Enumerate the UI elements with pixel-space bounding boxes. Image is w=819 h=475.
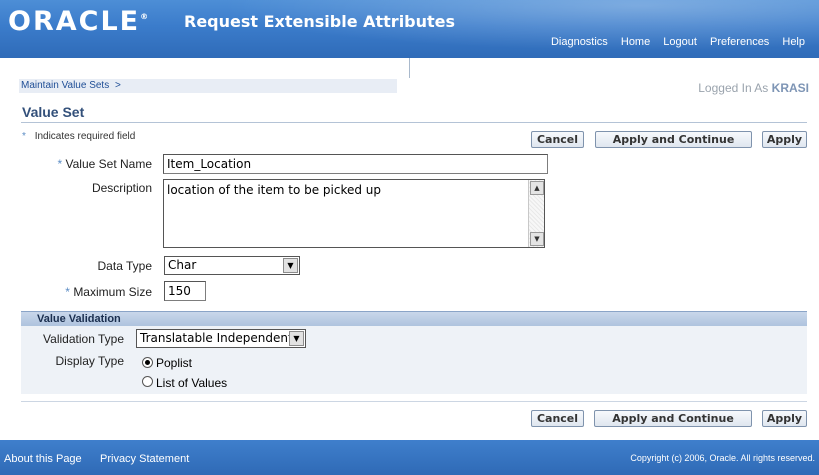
title-divider <box>21 122 807 123</box>
cancel-button-bottom[interactable]: Cancel <box>531 410 584 427</box>
footer-copyright: Copyright (c) 2006, Oracle. All rights r… <box>630 453 815 463</box>
global-links: Diagnostics Home Logout Preferences Help <box>541 36 805 48</box>
breadcrumb-maintain-value-sets[interactable]: Maintain Value Sets <box>21 80 109 91</box>
footer-link-about[interactable]: About this Page <box>4 453 82 465</box>
description-textarea[interactable]: location of the item to be picked up ▲ ▼ <box>163 179 545 248</box>
breadcrumb: Maintain Value Sets > <box>19 79 397 93</box>
branding-header: ORACLE® Request Extensible Attributes Di… <box>0 0 819 58</box>
link-diagnostics[interactable]: Diagnostics <box>551 36 608 48</box>
oracle-logo: ORACLE® <box>8 6 149 37</box>
required-star-icon: * <box>57 157 63 171</box>
scroll-down-icon[interactable]: ▼ <box>530 232 544 246</box>
scroll-up-icon[interactable]: ▲ <box>530 181 544 195</box>
breadcrumb-separator: > <box>114 80 121 91</box>
link-preferences[interactable]: Preferences <box>710 36 769 48</box>
value-set-name-label: * Value Set Name <box>57 157 152 171</box>
logged-in-status: Logged In As KRASI <box>698 81 809 95</box>
maximum-size-label: * Maximum Size <box>65 285 152 299</box>
apply-and-continue-button-bottom[interactable]: Apply and Continue <box>594 410 752 427</box>
data-type-select[interactable]: Char ▼ <box>164 256 300 275</box>
apply-and-continue-button-top[interactable]: Apply and Continue <box>595 131 752 148</box>
required-star-icon: * <box>22 131 26 142</box>
required-note: * Indicates required field <box>22 131 136 142</box>
link-home[interactable]: Home <box>621 36 650 48</box>
radio-poplist[interactable] <box>142 357 153 368</box>
validation-type-select[interactable]: Translatable Independent ▼ <box>136 329 306 348</box>
display-type-label: Display Type <box>55 354 124 368</box>
maximum-size-input[interactable]: 150 <box>164 281 206 301</box>
link-logout[interactable]: Logout <box>663 36 697 48</box>
data-type-label: Data Type <box>97 259 152 273</box>
radio-list-of-values[interactable] <box>142 376 153 387</box>
bottom-divider <box>21 401 807 402</box>
apply-button-top[interactable]: Apply <box>762 131 807 148</box>
dropdown-arrow-icon[interactable]: ▼ <box>289 331 304 346</box>
dropdown-arrow-icon[interactable]: ▼ <box>283 258 298 273</box>
radio-poplist-label: Poplist <box>156 356 193 370</box>
footer: About this Page Privacy Statement Copyri… <box>0 440 819 475</box>
description-label: Description <box>91 181 152 195</box>
radio-list-of-values-label: List of Values <box>156 376 228 390</box>
value-set-name-input[interactable]: Item_Location <box>163 154 548 174</box>
required-star-icon: * <box>65 285 70 299</box>
description-scrollbar[interactable]: ▲ ▼ <box>528 180 544 247</box>
page-title: Value Set <box>22 104 85 120</box>
link-help[interactable]: Help <box>782 36 805 48</box>
value-validation-header: Value Validation <box>21 311 807 326</box>
footer-link-privacy[interactable]: Privacy Statement <box>100 453 189 465</box>
cancel-button-top[interactable]: Cancel <box>531 131 584 148</box>
header-divider <box>409 58 410 78</box>
app-title: Request Extensible Attributes <box>184 12 456 31</box>
apply-button-bottom[interactable]: Apply <box>762 410 807 427</box>
validation-type-label: Validation Type <box>43 332 124 346</box>
logged-in-user: KRASI <box>771 81 809 95</box>
logged-in-label: Logged In As <box>698 81 769 95</box>
